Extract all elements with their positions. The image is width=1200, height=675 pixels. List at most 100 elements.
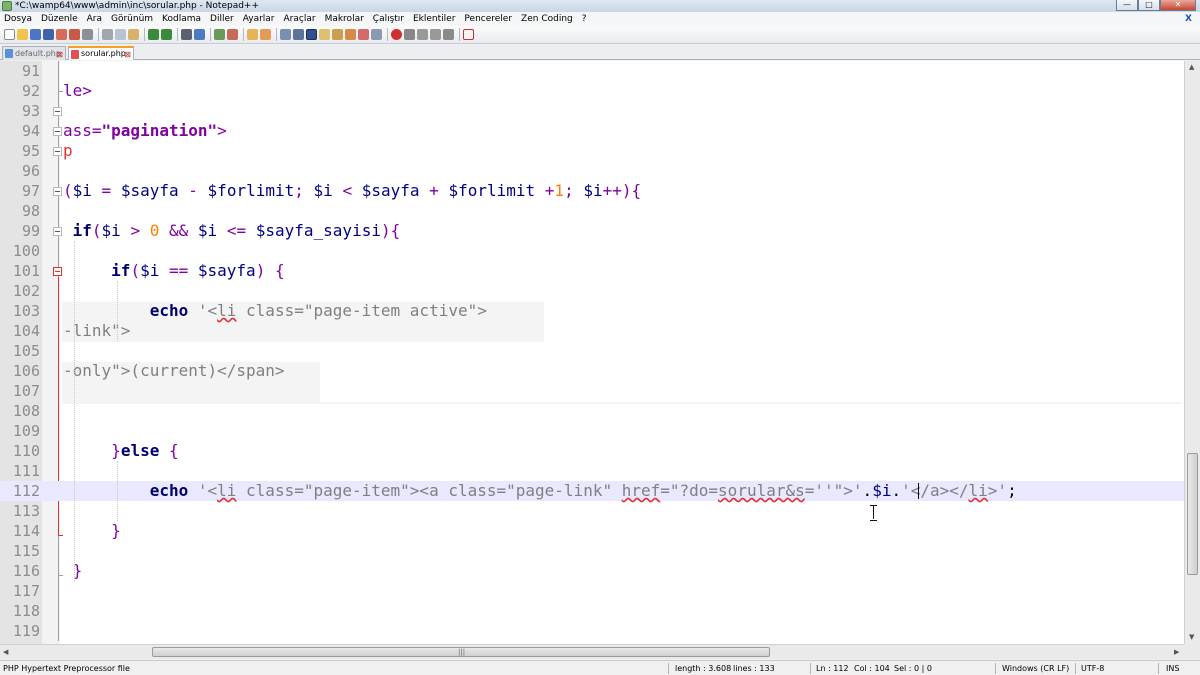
redo-icon[interactable] bbox=[161, 29, 172, 40]
scroll-down-arrow-icon[interactable]: ▼ bbox=[1189, 633, 1194, 641]
menu-duzenle[interactable]: Düzenle bbox=[41, 12, 78, 26]
menu-ayarlar[interactable]: Ayarlar bbox=[243, 12, 275, 26]
line-number: 97 bbox=[21, 182, 40, 200]
menu-kodlama[interactable]: Kodlama bbox=[162, 12, 201, 26]
close-all-icon[interactable] bbox=[69, 29, 80, 40]
menu-ara[interactable]: Ara bbox=[87, 12, 102, 26]
scroll-left-arrow-icon[interactable]: ◀ bbox=[3, 648, 8, 656]
code-line: 115 bbox=[0, 541, 1184, 561]
code-text: if($i > 0 && $i <= $sayfa_sayisi){ bbox=[72, 221, 401, 240]
menu-araclar[interactable]: Araçlar bbox=[284, 12, 316, 26]
status-separator bbox=[810, 663, 811, 674]
show-all-chars-icon[interactable] bbox=[293, 29, 304, 40]
close-tab-icon[interactable]: ⊠ bbox=[124, 49, 131, 60]
horizontal-scrollbar[interactable]: ◀ ||| ▶ bbox=[0, 644, 1184, 659]
undo-icon[interactable] bbox=[148, 29, 159, 40]
tab-bar: default.php ⊠ sorular.php ⊠ bbox=[0, 45, 1200, 60]
close-file-icon[interactable] bbox=[56, 29, 67, 40]
menu-gorunum[interactable]: Görünüm bbox=[111, 12, 153, 26]
vertical-scrollbar[interactable]: ▲ ▼ bbox=[1184, 61, 1200, 644]
close-tab-icon[interactable]: ⊠ bbox=[56, 48, 63, 61]
horizontal-scroll-thumb[interactable]: ||| bbox=[152, 647, 770, 657]
status-length: length : 3.608 bbox=[675, 664, 732, 673]
code-line: 102 bbox=[0, 281, 1184, 301]
sync-vertical-icon[interactable] bbox=[247, 29, 258, 40]
window-controls: — □ ✕ bbox=[1116, 0, 1196, 11]
menu-makrolar[interactable]: Makrolar bbox=[325, 12, 364, 26]
monitoring-icon[interactable] bbox=[358, 29, 369, 40]
menu-calistir[interactable]: Çalıştır bbox=[373, 12, 404, 26]
line-number: 103 bbox=[12, 302, 40, 320]
tab-default-php[interactable]: default.php ⊠ bbox=[2, 46, 66, 60]
maximize-button[interactable]: □ bbox=[1138, 0, 1160, 11]
menu-bar: Dosya Düzenle Ara Görünüm Kodlama Diller… bbox=[0, 12, 1200, 26]
menu-diller[interactable]: Diller bbox=[210, 12, 234, 26]
zoom-out-icon[interactable] bbox=[227, 29, 238, 40]
save-icon[interactable] bbox=[30, 29, 41, 40]
menu-help[interactable]: ? bbox=[582, 12, 587, 26]
zoom-in-icon[interactable] bbox=[214, 29, 225, 40]
sync-horizontal-icon[interactable] bbox=[260, 29, 271, 40]
spell-check-icon[interactable] bbox=[463, 29, 474, 40]
scroll-up-arrow-icon[interactable]: ▲ bbox=[1189, 63, 1194, 71]
view-icon[interactable] bbox=[371, 29, 382, 40]
word-wrap-icon[interactable] bbox=[280, 29, 291, 40]
indent-guide-icon[interactable] bbox=[306, 29, 317, 40]
paste-icon[interactable] bbox=[128, 29, 139, 40]
save-macro-icon[interactable] bbox=[443, 29, 454, 40]
code-line: 111 bbox=[0, 461, 1184, 481]
code-line: 94 ass="pagination"> bbox=[0, 121, 1184, 141]
find-icon[interactable] bbox=[181, 29, 192, 40]
menu-eklentiler[interactable]: Eklentiler bbox=[413, 12, 455, 26]
save-all-icon[interactable] bbox=[43, 29, 54, 40]
text-caret bbox=[918, 483, 919, 499]
status-col: Col : 104 bbox=[854, 664, 890, 673]
copy-icon[interactable] bbox=[115, 29, 126, 40]
line-number: 92 bbox=[21, 82, 40, 100]
play-macro-icon[interactable] bbox=[417, 29, 428, 40]
cut-icon[interactable] bbox=[102, 29, 113, 40]
close-button[interactable]: ✕ bbox=[1160, 0, 1196, 11]
line-number: 119 bbox=[12, 622, 40, 640]
function-list-icon[interactable] bbox=[332, 29, 343, 40]
status-separator bbox=[1075, 663, 1076, 674]
line-number: 94 bbox=[21, 122, 40, 140]
new-file-icon[interactable] bbox=[4, 29, 15, 40]
document-map-icon[interactable] bbox=[319, 29, 330, 40]
close-document-button[interactable]: X bbox=[1185, 14, 1192, 24]
record-macro-icon[interactable] bbox=[391, 29, 402, 40]
line-number: 114 bbox=[12, 522, 40, 540]
code-line: 107 bbox=[0, 381, 1184, 401]
line-number: 91 bbox=[21, 62, 40, 80]
code-line: 113 bbox=[0, 501, 1184, 521]
stop-macro-icon[interactable] bbox=[404, 29, 415, 40]
menu-pencereler[interactable]: Pencereler bbox=[464, 12, 512, 26]
file-icon bbox=[71, 50, 79, 59]
line-number: 104 bbox=[12, 322, 40, 340]
scroll-right-arrow-icon[interactable]: ▶ bbox=[1174, 648, 1179, 656]
menu-zen-coding[interactable]: Zen Coding bbox=[521, 12, 573, 26]
code-line: 108 bbox=[0, 401, 1184, 421]
code-line: 93 bbox=[0, 101, 1184, 121]
line-number: 118 bbox=[12, 602, 40, 620]
status-lines: lines : 133 bbox=[733, 664, 775, 673]
tab-sorular-php[interactable]: sorular.php ⊠ bbox=[68, 46, 134, 60]
title-bar: *C:\wamp64\www\admin\inc\sorular.php - N… bbox=[0, 0, 1200, 12]
minimize-button[interactable]: — bbox=[1116, 0, 1138, 11]
replace-icon[interactable] bbox=[194, 29, 205, 40]
vertical-scroll-thumb[interactable] bbox=[1187, 453, 1198, 575]
status-sel: Sel : 0 | 0 bbox=[894, 664, 932, 673]
open-file-icon[interactable] bbox=[17, 29, 28, 40]
indent-guide bbox=[117, 461, 118, 521]
code-line: 99 if($i > 0 && $i <= $sayfa_sayisi){ bbox=[0, 221, 1184, 241]
toolbar-separator bbox=[387, 28, 388, 41]
code-editor[interactable]: 91 92 le> 93 94 ass="pagination"> 95 p 96 9… bbox=[0, 61, 1200, 644]
code-line: 117 bbox=[0, 581, 1184, 601]
menu-dosya[interactable]: Dosya bbox=[4, 12, 32, 26]
code-line: 114 } bbox=[0, 521, 1184, 541]
run-macro-multiple-icon[interactable] bbox=[430, 29, 441, 40]
line-number: 99 bbox=[21, 222, 40, 240]
file-icon bbox=[5, 49, 13, 58]
folder-workspace-icon[interactable] bbox=[345, 29, 356, 40]
print-icon[interactable] bbox=[82, 29, 93, 40]
